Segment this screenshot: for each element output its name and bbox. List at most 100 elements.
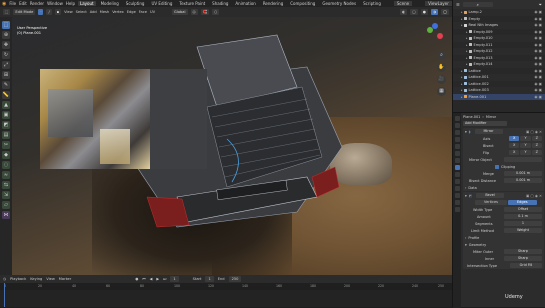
menu-keying[interactable]: Keying xyxy=(30,277,42,281)
data-tab-icon[interactable] xyxy=(454,193,460,198)
bisect-z-toggle[interactable]: Z xyxy=(531,143,542,148)
menu-playback[interactable]: Playback xyxy=(10,277,26,281)
flip-z-toggle[interactable]: Z xyxy=(531,150,542,155)
expand-arrow-icon[interactable]: ▸ xyxy=(466,56,468,60)
workspace-tab-animation[interactable]: Animation xyxy=(233,1,257,6)
jump-start-icon[interactable]: ⏮ xyxy=(142,277,145,281)
geometry-subpanel-row[interactable]: ▾ Geometry xyxy=(463,241,544,248)
flip-x-toggle[interactable]: X xyxy=(509,150,520,155)
output-tab-icon[interactable] xyxy=(454,130,460,135)
mirror-name-field[interactable]: Mirror xyxy=(474,129,503,134)
shading-rendered-icon[interactable]: ◯ xyxy=(440,9,449,15)
bisect-x-toggle[interactable]: X xyxy=(509,143,520,148)
intersection-select[interactable]: Grid Fill xyxy=(510,263,542,268)
menu-uv[interactable]: UV xyxy=(150,10,155,14)
shading-solid-icon[interactable]: ● xyxy=(420,9,428,15)
profile-subpanel-row[interactable]: › Profile xyxy=(463,234,544,241)
proportional-edit-icon[interactable]: ○ xyxy=(212,9,220,15)
menu-mesh[interactable]: Mesh xyxy=(100,10,109,14)
reference-image-frame[interactable] xyxy=(40,69,207,169)
visibility-icons[interactable]: ◉ ▣ xyxy=(534,17,545,21)
expand-arrow-icon[interactable]: ▸ xyxy=(461,88,463,92)
expand-arrow-icon[interactable]: ▸ xyxy=(461,75,463,79)
collapse-arrow-icon[interactable]: ▾ xyxy=(465,243,467,247)
scene-tab-icon[interactable] xyxy=(454,144,460,149)
rotate-tool-icon[interactable]: ↻ xyxy=(2,51,10,59)
menu-marker[interactable]: Marker xyxy=(59,277,71,281)
expand-arrow-icon[interactable]: ▸ xyxy=(466,36,468,40)
inset-tool-icon[interactable]: ▣ xyxy=(2,111,10,119)
knife-tool-icon[interactable]: ✂ xyxy=(2,141,10,149)
axis-y-toggle[interactable]: Y xyxy=(520,136,531,141)
loop-cut-tool-icon[interactable]: ▤ xyxy=(2,131,10,139)
navigation-gizmo[interactable] xyxy=(422,23,446,47)
modifier-display-icons[interactable]: ▣ ▢ ◉ ✕ xyxy=(526,194,542,198)
workspace-tab-sculpting[interactable]: Sculpting xyxy=(124,1,147,6)
scene-selector[interactable]: Scene xyxy=(393,1,413,6)
expand-arrow-icon[interactable]: ▸ xyxy=(466,49,468,53)
visibility-icons[interactable]: ◉ ▣ xyxy=(534,95,545,99)
current-frame-field[interactable]: 1 xyxy=(170,276,179,282)
collapse-arrow-icon[interactable]: › xyxy=(465,186,466,190)
visibility-icons[interactable]: ◉ ▣ xyxy=(534,82,545,86)
bevel-name-field[interactable]: Bevel xyxy=(476,193,505,198)
xray-icon[interactable]: ▢ xyxy=(410,9,418,15)
texture-tab-icon[interactable] xyxy=(454,207,460,212)
end-frame-field[interactable]: 250 xyxy=(228,276,242,282)
face-select-icon[interactable]: ▪ xyxy=(54,9,62,15)
timeline-editor-icon[interactable]: ◷ xyxy=(3,277,6,281)
move-tool-icon[interactable]: ✥ xyxy=(2,41,10,49)
visibility-icons[interactable]: ◉ ▣ xyxy=(534,36,545,40)
expand-arrow-icon[interactable]: ▸ xyxy=(466,62,468,66)
expand-arrow-icon[interactable]: ▸ xyxy=(461,95,463,99)
menu-help[interactable]: Help xyxy=(66,1,75,6)
affect-edges-toggle[interactable]: Edges xyxy=(507,200,537,205)
poly-build-tool-icon[interactable]: ◆ xyxy=(2,151,10,159)
expand-arrow-icon[interactable]: ▸ xyxy=(461,17,463,21)
record-icon[interactable]: ● xyxy=(135,277,138,281)
smooth-tool-icon[interactable]: ≈ xyxy=(2,171,10,179)
segments-field[interactable]: 1 xyxy=(504,221,542,226)
outliner-filter-icon[interactable]: ⏷ xyxy=(539,2,542,7)
menu-add[interactable]: Add xyxy=(90,10,97,14)
flip-y-toggle[interactable]: Y xyxy=(520,150,531,155)
expand-arrow-icon[interactable]: ▸ xyxy=(466,30,468,34)
expand-arrow-icon[interactable]: ▸ xyxy=(461,82,463,86)
limit-method-select[interactable]: Weight xyxy=(504,228,542,233)
playhead[interactable] xyxy=(4,283,5,307)
annotate-tool-icon[interactable]: ✎ xyxy=(2,81,10,89)
step-back-icon[interactable]: ◀ xyxy=(150,277,153,281)
amount-field[interactable]: 0.1 m xyxy=(504,214,542,219)
editor-type-icon[interactable]: ⬚ xyxy=(3,9,11,15)
visibility-icons[interactable]: ◉ ▣ xyxy=(534,23,545,27)
select-box-tool-icon[interactable]: ⬚ xyxy=(2,21,10,29)
extrude-tool-icon[interactable]: ▲ xyxy=(2,101,10,109)
particles-tab-icon[interactable] xyxy=(454,172,460,177)
menu-file[interactable]: File xyxy=(9,1,16,6)
axis-z-icon[interactable] xyxy=(432,23,438,29)
visibility-icons[interactable]: ◉ ▣ xyxy=(534,30,545,34)
object-tab-icon[interactable] xyxy=(454,158,460,163)
rip-tool-icon[interactable]: ⋈ xyxy=(2,211,10,219)
workspace-tab-layout[interactable]: Layout xyxy=(77,1,96,6)
workspace-tab-compositing[interactable]: Compositing xyxy=(288,1,317,6)
menu-render[interactable]: Render xyxy=(30,1,44,6)
zoom-icon[interactable]: ⌕ xyxy=(437,51,446,60)
overlay-icon[interactable]: ◐ xyxy=(400,9,408,15)
snap-icon[interactable]: 🧲 xyxy=(200,9,210,15)
mode-selector[interactable]: Edit Mode xyxy=(13,9,36,15)
menu-edge[interactable]: Edge xyxy=(127,10,136,14)
start-frame-field[interactable]: 1 xyxy=(205,276,214,282)
material-tab-icon[interactable] xyxy=(454,200,460,205)
transform-tool-icon[interactable]: ⊞ xyxy=(2,71,10,79)
blender-logo-icon[interactable]: ◉ xyxy=(2,1,6,7)
outliner-row[interactable]: ▸ Plane.001 ◉ ▣ xyxy=(453,93,545,100)
expand-arrow-icon[interactable]: ▸ xyxy=(461,23,463,27)
shading-material-icon[interactable]: ◑ xyxy=(430,9,438,15)
bisect-y-toggle[interactable]: Y xyxy=(520,143,531,148)
expand-arrow-icon[interactable]: ▸ xyxy=(466,43,468,47)
jump-end-icon[interactable]: ⏭ xyxy=(163,277,166,281)
visibility-icons[interactable]: ◉ ▣ xyxy=(534,88,545,92)
measure-tool-icon[interactable]: 📏 xyxy=(2,91,10,99)
workspace-tab-uv-editing[interactable]: UV Editing xyxy=(149,1,174,6)
